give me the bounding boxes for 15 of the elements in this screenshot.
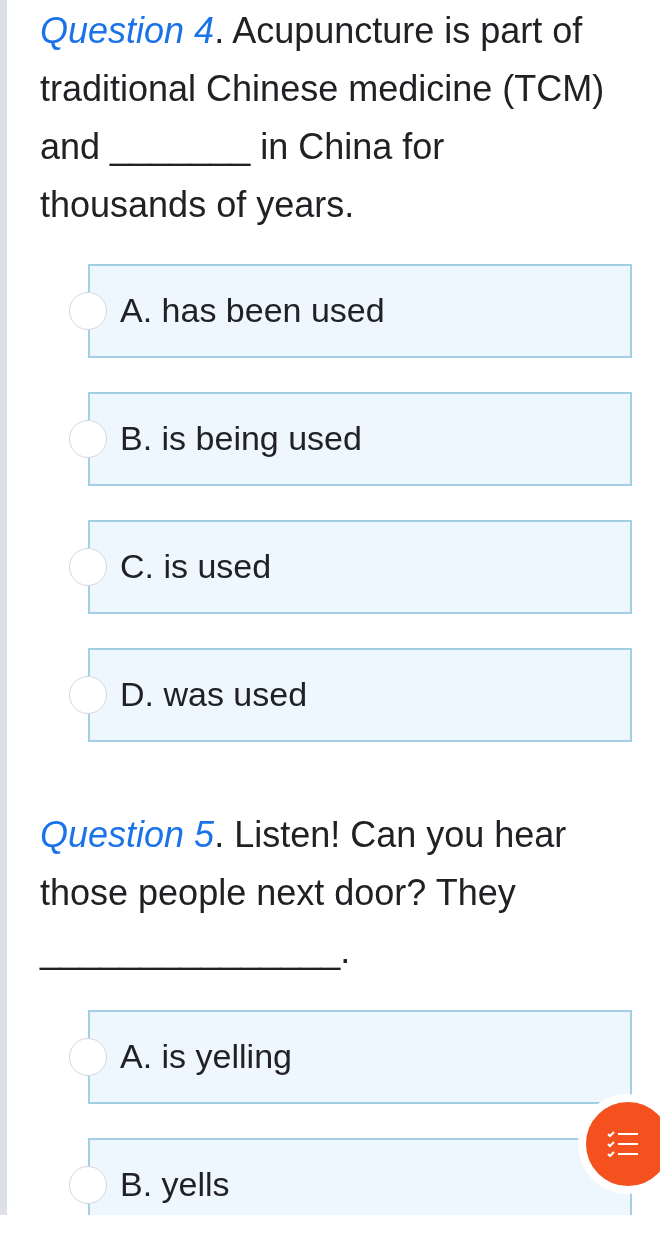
radio-button[interactable] [69,292,107,330]
radio-button[interactable] [69,1038,107,1076]
question-text: Question 4. Acupuncture is part of traditional Chinese medicine (TCM) and _______ in China for thousands of years. [40,9,606,227]
answer-option[interactable]: A. has been used [88,264,632,358]
checklist-icon [606,1129,640,1159]
answer-option[interactable]: B. yells [88,1138,632,1215]
answer-option[interactable]: C. is used [88,520,632,614]
answer-option[interactable]: D. was used [88,648,632,742]
radio-button[interactable] [69,420,107,458]
answer-option[interactable]: A. is yelling [88,1010,632,1104]
radio-button[interactable] [69,548,107,586]
radio-button[interactable] [69,1166,107,1204]
answer-option[interactable]: B. is being used [88,392,632,486]
question-text: Question 5. Listen! Can you hear those people next door? They _______________. [40,813,568,973]
radio-button[interactable] [69,676,107,714]
